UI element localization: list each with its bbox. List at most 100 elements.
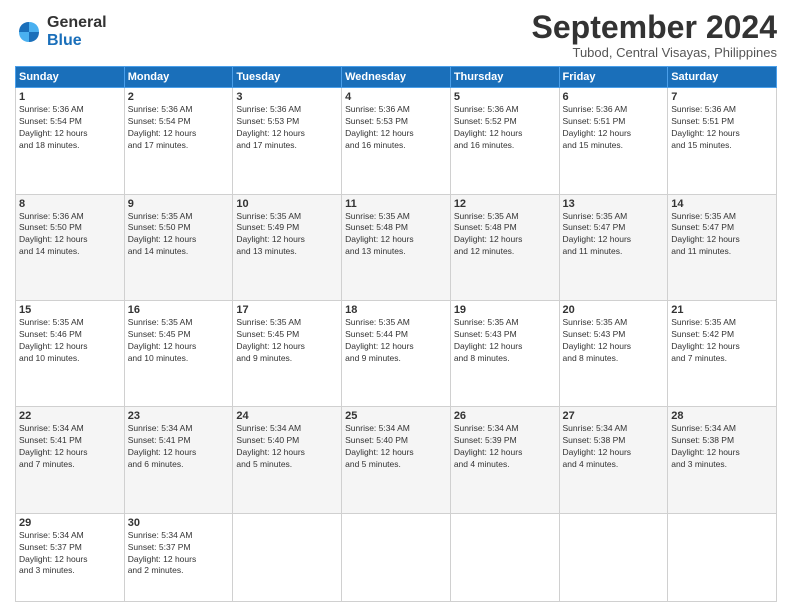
day-info: Sunrise: 5:34 AMSunset: 5:41 PMDaylight:… xyxy=(19,423,121,471)
day-number: 9 xyxy=(128,198,230,210)
day-info: Sunrise: 5:34 AMSunset: 5:39 PMDaylight:… xyxy=(454,423,556,471)
table-row: 20Sunrise: 5:35 AMSunset: 5:43 PMDayligh… xyxy=(559,300,668,406)
col-friday: Friday xyxy=(559,67,668,88)
table-row: 17Sunrise: 5:35 AMSunset: 5:45 PMDayligh… xyxy=(233,300,342,406)
day-number: 21 xyxy=(671,304,773,316)
table-row: 29Sunrise: 5:34 AMSunset: 5:37 PMDayligh… xyxy=(16,513,125,601)
day-info: Sunrise: 5:36 AMSunset: 5:51 PMDaylight:… xyxy=(563,104,665,152)
table-row: 21Sunrise: 5:35 AMSunset: 5:42 PMDayligh… xyxy=(668,300,777,406)
day-number: 6 xyxy=(563,91,665,103)
day-number: 28 xyxy=(671,410,773,422)
day-info: Sunrise: 5:34 AMSunset: 5:37 PMDaylight:… xyxy=(128,530,230,578)
day-number: 12 xyxy=(454,198,556,210)
day-number: 8 xyxy=(19,198,121,210)
calendar-table: Sunday Monday Tuesday Wednesday Thursday… xyxy=(15,66,777,602)
table-row: 18Sunrise: 5:35 AMSunset: 5:44 PMDayligh… xyxy=(342,300,451,406)
table-row: 1Sunrise: 5:36 AMSunset: 5:54 PMDaylight… xyxy=(16,88,125,194)
logo-text: General Blue xyxy=(47,14,107,49)
day-number: 10 xyxy=(236,198,338,210)
table-row xyxy=(668,513,777,601)
table-row: 4Sunrise: 5:36 AMSunset: 5:53 PMDaylight… xyxy=(342,88,451,194)
day-number: 17 xyxy=(236,304,338,316)
day-number: 3 xyxy=(236,91,338,103)
day-number: 14 xyxy=(671,198,773,210)
table-row: 28Sunrise: 5:34 AMSunset: 5:38 PMDayligh… xyxy=(668,407,777,513)
day-number: 20 xyxy=(563,304,665,316)
table-row: 19Sunrise: 5:35 AMSunset: 5:43 PMDayligh… xyxy=(450,300,559,406)
table-row: 3Sunrise: 5:36 AMSunset: 5:53 PMDaylight… xyxy=(233,88,342,194)
day-number: 7 xyxy=(671,91,773,103)
day-info: Sunrise: 5:35 AMSunset: 5:43 PMDaylight:… xyxy=(454,317,556,365)
day-number: 15 xyxy=(19,304,121,316)
day-info: Sunrise: 5:34 AMSunset: 5:38 PMDaylight:… xyxy=(563,423,665,471)
day-number: 13 xyxy=(563,198,665,210)
table-row: 22Sunrise: 5:34 AMSunset: 5:41 PMDayligh… xyxy=(16,407,125,513)
location-subtitle: Tubod, Central Visayas, Philippines xyxy=(532,45,777,60)
table-row: 30Sunrise: 5:34 AMSunset: 5:37 PMDayligh… xyxy=(124,513,233,601)
table-row: 13Sunrise: 5:35 AMSunset: 5:47 PMDayligh… xyxy=(559,194,668,300)
table-row: 16Sunrise: 5:35 AMSunset: 5:45 PMDayligh… xyxy=(124,300,233,406)
header: General Blue September 2024 Tubod, Centr… xyxy=(15,10,777,60)
day-number: 25 xyxy=(345,410,447,422)
day-info: Sunrise: 5:34 AMSunset: 5:41 PMDaylight:… xyxy=(128,423,230,471)
day-info: Sunrise: 5:35 AMSunset: 5:48 PMDaylight:… xyxy=(454,211,556,259)
day-number: 26 xyxy=(454,410,556,422)
logo-blue: Blue xyxy=(47,32,107,50)
table-row: 24Sunrise: 5:34 AMSunset: 5:40 PMDayligh… xyxy=(233,407,342,513)
day-number: 30 xyxy=(128,517,230,529)
day-info: Sunrise: 5:35 AMSunset: 5:42 PMDaylight:… xyxy=(671,317,773,365)
col-saturday: Saturday xyxy=(668,67,777,88)
day-info: Sunrise: 5:36 AMSunset: 5:54 PMDaylight:… xyxy=(19,104,121,152)
day-number: 11 xyxy=(345,198,447,210)
day-info: Sunrise: 5:36 AMSunset: 5:50 PMDaylight:… xyxy=(19,211,121,259)
day-number: 1 xyxy=(19,91,121,103)
title-block: September 2024 Tubod, Central Visayas, P… xyxy=(532,10,777,60)
table-row xyxy=(342,513,451,601)
table-row xyxy=(559,513,668,601)
day-number: 27 xyxy=(563,410,665,422)
logo: General Blue xyxy=(15,14,107,49)
table-row: 26Sunrise: 5:34 AMSunset: 5:39 PMDayligh… xyxy=(450,407,559,513)
day-info: Sunrise: 5:36 AMSunset: 5:53 PMDaylight:… xyxy=(236,104,338,152)
col-wednesday: Wednesday xyxy=(342,67,451,88)
table-row: 10Sunrise: 5:35 AMSunset: 5:49 PMDayligh… xyxy=(233,194,342,300)
page: General Blue September 2024 Tubod, Centr… xyxy=(0,0,792,612)
day-info: Sunrise: 5:35 AMSunset: 5:46 PMDaylight:… xyxy=(19,317,121,365)
day-number: 18 xyxy=(345,304,447,316)
day-info: Sunrise: 5:35 AMSunset: 5:47 PMDaylight:… xyxy=(671,211,773,259)
logo-icon xyxy=(15,18,43,46)
col-monday: Monday xyxy=(124,67,233,88)
day-info: Sunrise: 5:35 AMSunset: 5:45 PMDaylight:… xyxy=(128,317,230,365)
table-row: 5Sunrise: 5:36 AMSunset: 5:52 PMDaylight… xyxy=(450,88,559,194)
day-number: 2 xyxy=(128,91,230,103)
day-info: Sunrise: 5:35 AMSunset: 5:44 PMDaylight:… xyxy=(345,317,447,365)
table-row: 9Sunrise: 5:35 AMSunset: 5:50 PMDaylight… xyxy=(124,194,233,300)
day-info: Sunrise: 5:35 AMSunset: 5:49 PMDaylight:… xyxy=(236,211,338,259)
col-thursday: Thursday xyxy=(450,67,559,88)
table-row: 25Sunrise: 5:34 AMSunset: 5:40 PMDayligh… xyxy=(342,407,451,513)
day-info: Sunrise: 5:35 AMSunset: 5:48 PMDaylight:… xyxy=(345,211,447,259)
table-row: 7Sunrise: 5:36 AMSunset: 5:51 PMDaylight… xyxy=(668,88,777,194)
col-sunday: Sunday xyxy=(16,67,125,88)
table-row: 27Sunrise: 5:34 AMSunset: 5:38 PMDayligh… xyxy=(559,407,668,513)
table-row: 23Sunrise: 5:34 AMSunset: 5:41 PMDayligh… xyxy=(124,407,233,513)
day-number: 5 xyxy=(454,91,556,103)
day-info: Sunrise: 5:35 AMSunset: 5:50 PMDaylight:… xyxy=(128,211,230,259)
calendar-header-row: Sunday Monday Tuesday Wednesday Thursday… xyxy=(16,67,777,88)
day-info: Sunrise: 5:35 AMSunset: 5:47 PMDaylight:… xyxy=(563,211,665,259)
month-title: September 2024 xyxy=(532,10,777,45)
day-info: Sunrise: 5:34 AMSunset: 5:40 PMDaylight:… xyxy=(345,423,447,471)
day-info: Sunrise: 5:36 AMSunset: 5:53 PMDaylight:… xyxy=(345,104,447,152)
day-number: 4 xyxy=(345,91,447,103)
day-info: Sunrise: 5:34 AMSunset: 5:38 PMDaylight:… xyxy=(671,423,773,471)
day-info: Sunrise: 5:36 AMSunset: 5:54 PMDaylight:… xyxy=(128,104,230,152)
table-row: 14Sunrise: 5:35 AMSunset: 5:47 PMDayligh… xyxy=(668,194,777,300)
table-row: 6Sunrise: 5:36 AMSunset: 5:51 PMDaylight… xyxy=(559,88,668,194)
day-info: Sunrise: 5:35 AMSunset: 5:43 PMDaylight:… xyxy=(563,317,665,365)
day-number: 23 xyxy=(128,410,230,422)
day-info: Sunrise: 5:36 AMSunset: 5:52 PMDaylight:… xyxy=(454,104,556,152)
day-info: Sunrise: 5:36 AMSunset: 5:51 PMDaylight:… xyxy=(671,104,773,152)
day-number: 19 xyxy=(454,304,556,316)
day-number: 29 xyxy=(19,517,121,529)
table-row xyxy=(233,513,342,601)
